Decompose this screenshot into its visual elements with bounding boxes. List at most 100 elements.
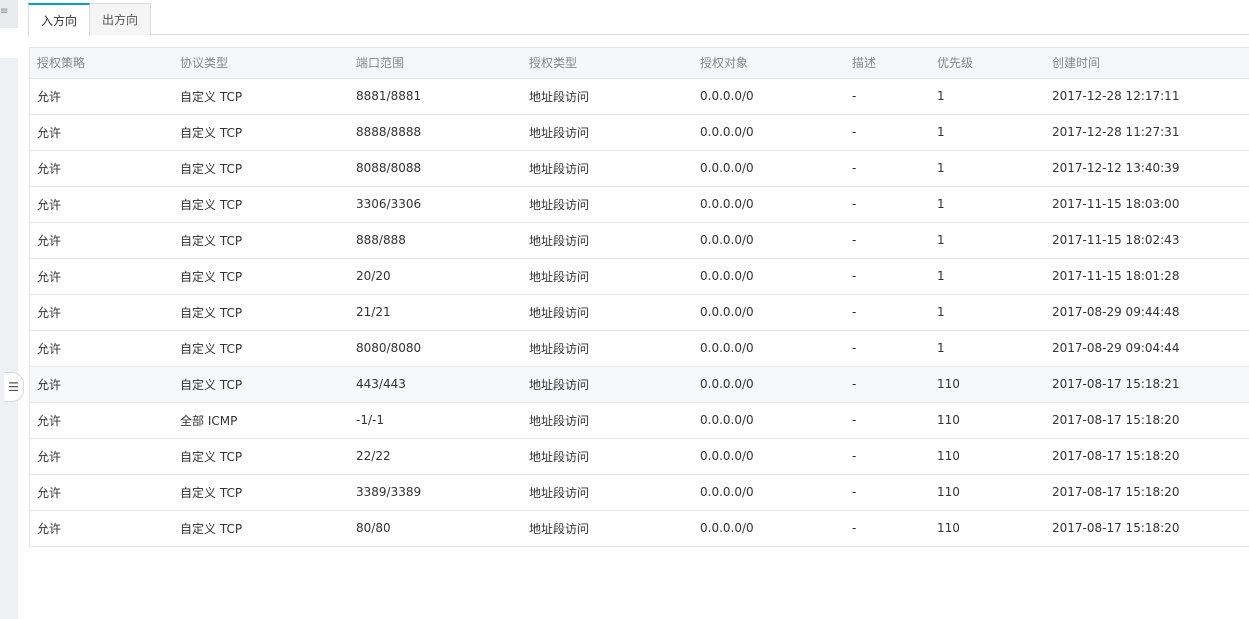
table-row[interactable]: 允许 自定义 TCP 8088/8088 地址段访问 0.0.0.0/0-1 2017-1…	[30, 150, 1249, 187]
cell-protocol: 自定义 TCP	[173, 474, 349, 511]
cell-description: -	[845, 186, 930, 223]
tab-inbound[interactable]: 入方向	[28, 3, 90, 36]
table-header-row: 授权策略 协议类型 端口范围 授权类型 授权对象 描述 优先级 创建时间	[30, 48, 1249, 79]
table-row[interactable]: 允许 自定义 TCP 22/22 地址段访问 0.0.0.0/0-110 2017-08-…	[30, 438, 1249, 475]
cell-port-range: 443/443	[349, 366, 522, 403]
cell-policy: 允许	[30, 78, 173, 115]
cell-auth-object: 0.0.0.0/0	[693, 510, 845, 547]
sidebar-collapse-handle[interactable]: ☰	[4, 372, 24, 402]
table-row[interactable]: 允许 自定义 TCP 443/443 地址段访问 0.0.0.0/0-110 2017-0…	[30, 366, 1249, 403]
cell-protocol: 自定义 TCP	[173, 258, 349, 295]
cell-priority: 1	[930, 186, 1045, 223]
table-row[interactable]: 允许 自定义 TCP 80/80 地址段访问 0.0.0.0/0-110 2017-08-…	[30, 510, 1249, 547]
table-row[interactable]: 允许 全部 ICMP -1/-1 地址段访问 0.0.0.0/0-110 2017-08-…	[30, 402, 1249, 439]
cell-created-time: 2017-08-17 15:18:20	[1045, 510, 1249, 547]
cell-auth-object: 0.0.0.0/0	[693, 330, 845, 367]
cell-description: -	[845, 114, 930, 151]
cell-created-time: 2017-08-17 15:18:20	[1045, 402, 1249, 439]
sidebar-gap	[0, 28, 18, 58]
cell-port-range: -1/-1	[349, 402, 522, 439]
cell-port-range: 888/888	[349, 222, 522, 259]
cell-protocol: 全部 ICMP	[173, 402, 349, 439]
header-col-auth-type: 授权类型	[522, 48, 693, 79]
cell-auth-type: 地址段访问	[522, 258, 693, 295]
cell-port-range: 3306/3306	[349, 186, 522, 223]
cell-description: -	[845, 294, 930, 331]
cell-auth-object: 0.0.0.0/0	[693, 366, 845, 403]
header-col-description: 描述	[845, 48, 930, 79]
cell-protocol: 自定义 TCP	[173, 438, 349, 475]
cell-policy: 允许	[30, 438, 173, 475]
cell-protocol: 自定义 TCP	[173, 294, 349, 331]
cell-port-range: 80/80	[349, 510, 522, 547]
table-row[interactable]: 允许 自定义 TCP 3389/3389 地址段访问 0.0.0.0/0-110 2017…	[30, 474, 1249, 511]
cell-description: -	[845, 78, 930, 115]
cell-created-time: 2017-08-17 15:18:21	[1045, 366, 1249, 403]
table-row[interactable]: 允许 自定义 TCP 888/888 地址段访问 0.0.0.0/0-1 2017-11-…	[30, 222, 1249, 259]
cell-policy: 允许	[30, 222, 173, 259]
cell-description: -	[845, 366, 930, 403]
cell-auth-type: 地址段访问	[522, 402, 693, 439]
menu-icon[interactable]: ≡	[0, 6, 8, 17]
cell-created-time: 2017-12-12 13:40:39	[1045, 150, 1249, 187]
cell-policy: 允许	[30, 150, 173, 187]
cell-policy: 允许	[30, 294, 173, 331]
header-col-priority: 优先级	[930, 48, 1045, 79]
cell-description: -	[845, 330, 930, 367]
cell-port-range: 8881/8881	[349, 78, 522, 115]
table-row[interactable]: 允许 自定义 TCP 21/21 地址段访问 0.0.0.0/0-1 2017-08-29…	[30, 294, 1249, 331]
cell-priority: 110	[930, 366, 1045, 403]
cell-policy: 允许	[30, 474, 173, 511]
table-row[interactable]: 允许 自定义 TCP 8888/8888 地址段访问 0.0.0.0/0-1 2017-1…	[30, 114, 1249, 151]
cell-policy: 允许	[30, 510, 173, 547]
cell-priority: 1	[930, 78, 1045, 115]
cell-priority: 1	[930, 222, 1045, 259]
cell-auth-object: 0.0.0.0/0	[693, 78, 845, 115]
cell-auth-type: 地址段访问	[522, 294, 693, 331]
cell-auth-object: 0.0.0.0/0	[693, 294, 845, 331]
table-body: 允许 自定义 TCP 8881/8881 地址段访问 0.0.0.0/0-1 2017-1…	[30, 78, 1249, 547]
cell-port-range: 21/21	[349, 294, 522, 331]
cell-auth-object: 0.0.0.0/0	[693, 222, 845, 259]
cell-description: -	[845, 402, 930, 439]
header-col-policy: 授权策略	[30, 48, 173, 79]
list-collapse-icon: ☰	[8, 380, 19, 394]
cell-priority: 110	[930, 402, 1045, 439]
cell-description: -	[845, 474, 930, 511]
cell-description: -	[845, 222, 930, 259]
cell-port-range: 20/20	[349, 258, 522, 295]
cell-auth-object: 0.0.0.0/0	[693, 438, 845, 475]
table-row[interactable]: 允许 自定义 TCP 8080/8080 地址段访问 0.0.0.0/0-1 2017-0…	[30, 330, 1249, 367]
cell-protocol: 自定义 TCP	[173, 150, 349, 187]
direction-tabs: 入方向 出方向	[28, 0, 1249, 36]
cell-port-range: 8088/8088	[349, 150, 522, 187]
table-row[interactable]: 允许 自定义 TCP 3306/3306 地址段访问 0.0.0.0/0-1 2017-1…	[30, 186, 1249, 223]
cell-priority: 1	[930, 258, 1045, 295]
cell-policy: 允许	[30, 186, 173, 223]
cell-auth-type: 地址段访问	[522, 150, 693, 187]
cell-protocol: 自定义 TCP	[173, 330, 349, 367]
cell-auth-type: 地址段访问	[522, 114, 693, 151]
cell-auth-type: 地址段访问	[522, 438, 693, 475]
cell-priority: 1	[930, 114, 1045, 151]
cell-created-time: 2017-11-15 18:03:00	[1045, 186, 1249, 223]
header-col-created-time: 创建时间	[1045, 48, 1249, 79]
tab-outbound[interactable]: 出方向	[90, 3, 151, 35]
cell-created-time: 2017-12-28 11:27:31	[1045, 114, 1249, 151]
cell-priority: 110	[930, 474, 1045, 511]
header-col-protocol: 协议类型	[173, 48, 349, 79]
cell-auth-type: 地址段访问	[522, 78, 693, 115]
cell-auth-type: 地址段访问	[522, 366, 693, 403]
cell-protocol: 自定义 TCP	[173, 510, 349, 547]
table-row[interactable]: 允许 自定义 TCP 20/20 地址段访问 0.0.0.0/0-1 2017-11-15…	[30, 258, 1249, 295]
sidebar-top-cap: ≡	[0, 0, 18, 28]
cell-description: -	[845, 438, 930, 475]
cell-auth-type: 地址段访问	[522, 510, 693, 547]
cell-auth-type: 地址段访问	[522, 222, 693, 259]
cell-policy: 允许	[30, 402, 173, 439]
cell-policy: 允许	[30, 366, 173, 403]
header-col-auth-object: 授权对象	[693, 48, 845, 79]
cell-description: -	[845, 258, 930, 295]
table-row[interactable]: 允许 自定义 TCP 8881/8881 地址段访问 0.0.0.0/0-1 2017-1…	[30, 78, 1249, 115]
cell-created-time: 2017-08-29 09:44:48	[1045, 294, 1249, 331]
